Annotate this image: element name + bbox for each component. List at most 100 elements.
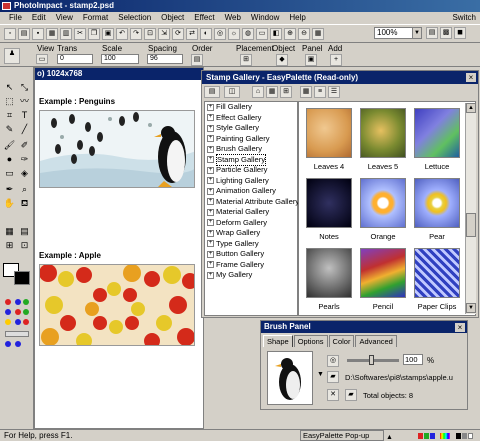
menu-edit[interactable]: Edit: [27, 12, 51, 24]
scroll-down-icon[interactable]: ▼: [466, 303, 476, 313]
gallery-home-icon[interactable]: ⌂: [252, 86, 264, 98]
browser-icon[interactable]: ◧: [270, 27, 282, 40]
view-mode-icon[interactable]: ▭: [36, 54, 48, 64]
apple-image[interactable]: [39, 264, 195, 346]
easypalette-popup-button[interactable]: EasyPalette Pop-up: [300, 430, 384, 441]
expand-icon[interactable]: +: [207, 135, 214, 143]
menu-view[interactable]: View: [51, 12, 78, 24]
slider-thumb[interactable]: [369, 355, 374, 365]
fill-tool-icon[interactable]: ◈: [18, 167, 31, 180]
blue-dot-icon[interactable]: [15, 319, 21, 325]
open-folder-icon[interactable]: ▰: [327, 371, 339, 383]
gallery-tree-icon[interactable]: ⊞: [280, 86, 292, 98]
panel-icon[interactable]: ▣: [305, 54, 317, 66]
bucket-tool-icon[interactable]: ⛾: [18, 197, 31, 210]
folder-icon[interactable]: ▰: [345, 389, 357, 401]
tab-color[interactable]: Color: [328, 335, 355, 347]
thumb-lettuce[interactable]: Lettuce: [411, 106, 463, 174]
tree-item-wrap[interactable]: + Wrap Gallery: [205, 228, 297, 239]
yellow-dot-icon[interactable]: [5, 319, 11, 325]
expand-icon[interactable]: +: [207, 187, 214, 195]
gallery-details-icon[interactable]: ☰: [328, 86, 340, 98]
expand-icon[interactable]: +: [207, 250, 214, 258]
scale-field[interactable]: 100: [101, 54, 139, 64]
paint-tool-icon[interactable]: ✐: [18, 139, 31, 152]
tree-item-my[interactable]: + My Gallery: [205, 270, 297, 281]
path-tool-icon[interactable]: ✎: [3, 123, 16, 136]
rotate-icon[interactable]: ⟳: [172, 27, 184, 40]
blue-dot-icon[interactable]: [15, 299, 21, 305]
tree-item-stamp[interactable]: + Stamp Gallery: [205, 153, 297, 166]
tree-item-material[interactable]: + Material Gallery: [205, 207, 297, 218]
expand-icon[interactable]: +: [207, 177, 214, 185]
menu-selection[interactable]: Selection: [113, 12, 156, 24]
trans-field[interactable]: 0: [57, 54, 93, 64]
brightness-icon[interactable]: ☼: [228, 27, 240, 40]
brush-tool-icon[interactable]: 🖌: [3, 139, 16, 152]
tree-item-effect[interactable]: + Effect Gallery: [205, 113, 297, 124]
expand-icon[interactable]: +: [207, 124, 214, 132]
menu-web[interactable]: Web: [220, 12, 246, 24]
popup-arrow-icon[interactable]: ▲: [386, 432, 393, 441]
tree-item-lighting[interactable]: + Lighting Gallery: [205, 176, 297, 187]
background-color-swatch[interactable]: [14, 271, 30, 285]
gallery-grid-icon[interactable]: ▦: [300, 86, 312, 98]
tree-item-type[interactable]: + Type Gallery: [205, 239, 297, 250]
thumb-pencil[interactable]: Pencil: [357, 246, 409, 314]
thumb-notes[interactable]: Notes: [303, 176, 355, 244]
thumb-pear[interactable]: Pear: [411, 176, 463, 244]
slice-tool-icon[interactable]: ⊞: [3, 239, 16, 252]
switch-button[interactable]: Switch: [452, 12, 476, 24]
chevron-down-icon[interactable]: ▼: [412, 28, 421, 38]
eyedropper-tool-icon[interactable]: ✒: [3, 183, 16, 196]
gallery-list-icon[interactable]: ≡: [314, 86, 326, 98]
zoom-in-icon[interactable]: ⊕: [284, 27, 296, 40]
text-tool-icon[interactable]: T: [18, 109, 31, 122]
hand-tool-icon[interactable]: ✋: [3, 197, 16, 210]
map-tool-icon[interactable]: ⊡: [18, 239, 31, 252]
close-icon[interactable]: ×: [455, 323, 465, 332]
print-icon[interactable]: ▦: [46, 27, 58, 40]
tree-item-animation[interactable]: + Animation Gallery: [205, 186, 297, 197]
thumb-leaves-5[interactable]: Leaves 5: [357, 106, 409, 174]
tree-item-fill[interactable]: + Fill Gallery: [205, 102, 297, 113]
thumb-paper-clips[interactable]: Paper Clips: [411, 246, 463, 314]
clone-tool-icon[interactable]: ✑: [18, 153, 31, 166]
blue-dot-icon[interactable]: [15, 341, 21, 347]
expand-icon[interactable]: +: [207, 208, 214, 216]
thumb-pearls[interactable]: Pearls: [303, 246, 355, 314]
focus-icon[interactable]: ◎: [214, 27, 226, 40]
preview-icon[interactable]: ▭: [256, 27, 268, 40]
menu-help[interactable]: Help: [284, 12, 310, 24]
crop-tool-icon[interactable]: ⌗: [3, 109, 16, 122]
menu-effect[interactable]: Effect: [189, 12, 219, 24]
resize-icon[interactable]: ⇲: [158, 27, 170, 40]
gallery-add-icon[interactable]: ◫: [224, 86, 240, 98]
scroll-up-icon[interactable]: ▲: [466, 103, 476, 113]
undo-icon[interactable]: ↶: [116, 27, 128, 40]
tree-item-style[interactable]: + Style Gallery: [205, 123, 297, 134]
zoom-tool-icon[interactable]: ⌕: [18, 183, 31, 196]
grid-icon[interactable]: ▦: [312, 27, 324, 40]
component-tool-icon[interactable]: ▤: [18, 225, 31, 238]
web-icon[interactable]: ◍: [242, 27, 254, 40]
gallery-folder-icon[interactable]: ▦: [266, 86, 278, 98]
cut-icon[interactable]: ✂: [74, 27, 86, 40]
tab-shape[interactable]: Shape: [263, 335, 293, 347]
gallery-view-icon[interactable]: ▤: [204, 86, 220, 98]
web-tool-icon[interactable]: ▦: [3, 225, 16, 238]
menu-file[interactable]: File: [4, 12, 27, 24]
shape-thumbnail-icon[interactable]: ◎: [327, 355, 339, 367]
menu-window[interactable]: Window: [246, 12, 284, 24]
pick-tool-icon[interactable]: ↖: [3, 81, 16, 94]
transform-tool-icon[interactable]: ⤡: [18, 81, 31, 94]
flip-icon[interactable]: ⇄: [186, 27, 198, 40]
gallery-scrollbar[interactable]: ▲ ▼: [465, 103, 476, 314]
thumb-orange[interactable]: Orange: [357, 176, 409, 244]
tree-item-painting[interactable]: + Painting Gallery: [205, 134, 297, 145]
color-panel-icon[interactable]: ◼: [454, 27, 466, 39]
color-adjust-icon[interactable]: ◐: [200, 27, 212, 40]
open-file-icon[interactable]: ▤: [18, 27, 30, 40]
tree-item-particle[interactable]: + Particle Gallery: [205, 165, 297, 176]
palette-icon[interactable]: ▩: [440, 27, 452, 39]
